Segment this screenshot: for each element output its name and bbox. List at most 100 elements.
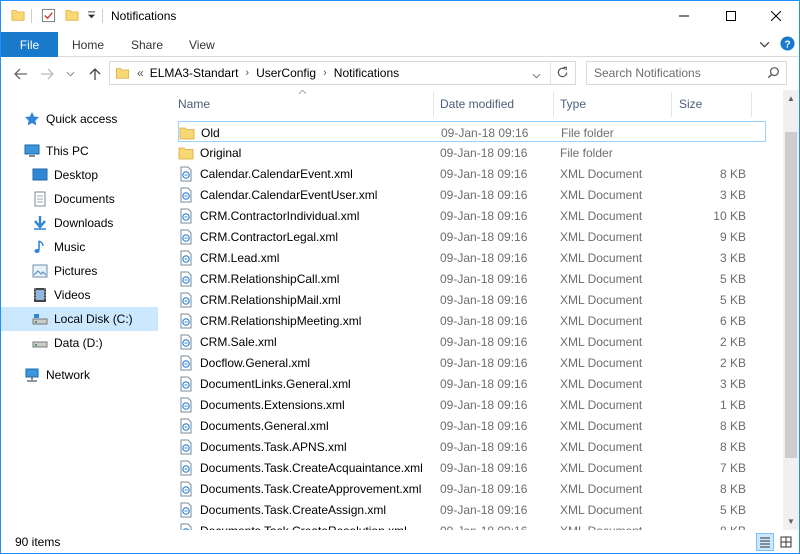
- folder-row[interactable]: Original 09-Jan-18 09:16 File folder: [178, 142, 766, 163]
- large-icons-view-icon[interactable]: [777, 533, 795, 551]
- column-header-size[interactable]: Size: [679, 90, 702, 117]
- file-name-cell[interactable]: Documents.General.xml: [178, 415, 329, 436]
- file-name-cell[interactable]: CRM.RelationshipCall.xml: [178, 268, 339, 289]
- file-type: XML Document: [560, 166, 643, 181]
- file-name-cell[interactable]: Calendar.CalendarEvent.xml: [178, 163, 353, 184]
- nav-videos[interactable]: Videos: [32, 283, 90, 307]
- file-row[interactable]: Calendar.CalendarEvent.xml 09-Jan-18 09:1…: [178, 163, 766, 184]
- column-divider[interactable]: [553, 92, 554, 117]
- nav-quick-access[interactable]: Quick access: [24, 107, 117, 131]
- file-name-cell[interactable]: Documents.Task.APNS.xml: [178, 436, 347, 457]
- column-header-type[interactable]: Type: [560, 90, 586, 117]
- properties-icon[interactable]: [41, 8, 56, 23]
- file-type: XML Document: [560, 376, 643, 391]
- details-view-icon[interactable]: [756, 533, 774, 551]
- minimize-button[interactable]: [661, 1, 707, 31]
- close-button[interactable]: [753, 1, 799, 31]
- file-row[interactable]: CRM.ContractorLegal.xml 09-Jan-18 09:16 XM…: [178, 226, 766, 247]
- file-row[interactable]: Documents.Task.CreateResolution.xml 09-Ja…: [178, 520, 766, 530]
- tab-share[interactable]: Share: [131, 32, 163, 57]
- file-name-cell[interactable]: Documents.Task.CreateResolution.xml: [178, 520, 407, 530]
- file-name-cell[interactable]: Calendar.CalendarEventUser.xml: [178, 184, 377, 205]
- column-divider[interactable]: [671, 92, 672, 117]
- xml-file-icon: [178, 355, 194, 371]
- tab-file[interactable]: File: [1, 32, 58, 57]
- column-header-date[interactable]: Date modified: [440, 90, 514, 117]
- file-name-cell[interactable]: Docflow.General.xml: [178, 352, 310, 373]
- column-divider[interactable]: [433, 92, 434, 117]
- file-name-cell[interactable]: CRM.ContractorIndividual.xml: [178, 205, 359, 226]
- new-folder-icon[interactable]: [65, 8, 79, 22]
- file-row[interactable]: DocumentLinks.General.xml 09-Jan-18 09:16…: [178, 373, 766, 394]
- nav-music[interactable]: Music: [32, 235, 85, 259]
- breadcrumb-item[interactable]: Notifications: [334, 66, 399, 80]
- nav-pictures[interactable]: Pictures: [32, 259, 97, 283]
- file-name-cell[interactable]: CRM.ContractorLegal.xml: [178, 226, 338, 247]
- refresh-icon[interactable]: [556, 66, 569, 82]
- file-type: XML Document: [560, 292, 643, 307]
- vertical-scrollbar[interactable]: ▲ ▼: [783, 90, 799, 530]
- file-row[interactable]: Documents.Extensions.xml 09-Jan-18 09:16 X…: [178, 394, 766, 415]
- nav-data-d[interactable]: Data (D:): [32, 331, 103, 355]
- help-icon[interactable]: ?: [780, 36, 795, 51]
- file-row[interactable]: Documents.Task.CreateApprovement.xml 09-J…: [178, 478, 766, 499]
- breadcrumb-item[interactable]: UserConfig: [256, 66, 316, 80]
- file-name-cell[interactable]: Documents.Extensions.xml: [178, 394, 345, 415]
- scroll-thumb[interactable]: [785, 132, 797, 458]
- file-row[interactable]: CRM.RelationshipMail.xml 09-Jan-18 09:16 X…: [178, 289, 766, 310]
- breadcrumb-overflow[interactable]: «: [137, 66, 144, 80]
- chevron-right-icon[interactable]: ›: [323, 67, 327, 79]
- file-row[interactable]: Documents.Task.CreateAssign.xml 09-Jan-18…: [178, 499, 766, 520]
- nav-desktop[interactable]: Desktop: [32, 163, 98, 187]
- file-row[interactable]: CRM.Lead.xml 09-Jan-18 09:16 XML Document 3…: [178, 247, 766, 268]
- scroll-up-icon[interactable]: ▲: [783, 90, 799, 107]
- file-row[interactable]: Calendar.CalendarEventUser.xml 09-Jan-18 …: [178, 184, 766, 205]
- file-row[interactable]: Documents.Task.APNS.xml 09-Jan-18 09:16 XM…: [178, 436, 766, 457]
- address-dropdown-icon[interactable]: [532, 68, 541, 82]
- search-input[interactable]: Search Notifications: [586, 61, 787, 85]
- file-type: XML Document: [560, 313, 643, 328]
- column-header-name[interactable]: Name: [178, 90, 210, 117]
- file-name-cell[interactable]: Original: [178, 142, 241, 163]
- forward-arrow-icon[interactable]: [37, 63, 57, 85]
- folder-row[interactable]: Old 09-Jan-18 09:16 File folder: [178, 121, 766, 142]
- file-name-cell[interactable]: Old: [179, 122, 220, 143]
- file-size: 3 KB: [719, 187, 746, 202]
- search-icon[interactable]: [767, 66, 780, 82]
- chevron-right-icon[interactable]: ›: [245, 67, 249, 79]
- star-icon: [24, 111, 40, 127]
- tab-view[interactable]: View: [189, 32, 215, 57]
- file-row[interactable]: CRM.RelationshipMeeting.xml 09-Jan-18 09:…: [178, 310, 766, 331]
- scroll-down-icon[interactable]: ▼: [783, 513, 799, 530]
- file-row[interactable]: Documents.Task.CreateAcquaintance.xml 09-…: [178, 457, 766, 478]
- file-row[interactable]: CRM.Sale.xml 09-Jan-18 09:16 XML Document 2…: [178, 331, 766, 352]
- file-name-cell[interactable]: CRM.Sale.xml: [178, 331, 277, 352]
- file-name-cell[interactable]: CRM.Lead.xml: [178, 247, 279, 268]
- breadcrumb-item[interactable]: ELMA3-Standart: [150, 66, 239, 80]
- up-arrow-icon[interactable]: [85, 63, 105, 85]
- recent-locations-icon[interactable]: [63, 63, 77, 85]
- file-name-cell[interactable]: Documents.Task.CreateApprovement.xml: [178, 478, 421, 499]
- tab-home[interactable]: Home: [72, 32, 104, 57]
- file-row[interactable]: Documents.General.xml 09-Jan-18 09:16 XML …: [178, 415, 766, 436]
- file-name: CRM.RelationshipCall.xml: [200, 271, 340, 286]
- nav-documents[interactable]: Documents: [32, 187, 115, 211]
- customize-toolbar-icon[interactable]: [87, 11, 96, 20]
- file-row[interactable]: Docflow.General.xml 09-Jan-18 09:16 XML Do…: [178, 352, 766, 373]
- nav-local-disk-c[interactable]: Local Disk (C:): [1, 307, 158, 331]
- file-row[interactable]: CRM.ContractorIndividual.xml 09-Jan-18 09…: [178, 205, 766, 226]
- file-row[interactable]: CRM.RelationshipCall.xml 09-Jan-18 09:16 X…: [178, 268, 766, 289]
- file-name-cell[interactable]: Documents.Task.CreateAssign.xml: [178, 499, 386, 520]
- back-arrow-icon[interactable]: [11, 63, 31, 85]
- maximize-button[interactable]: [708, 1, 754, 31]
- file-name-cell[interactable]: Documents.Task.CreateAcquaintance.xml: [178, 457, 423, 478]
- nav-network[interactable]: Network: [24, 363, 90, 387]
- column-divider[interactable]: [751, 92, 752, 117]
- file-name-cell[interactable]: CRM.RelationshipMeeting.xml: [178, 310, 361, 331]
- file-name-cell[interactable]: DocumentLinks.General.xml: [178, 373, 351, 394]
- nav-this-pc[interactable]: This PC: [24, 139, 89, 163]
- nav-downloads[interactable]: Downloads: [32, 211, 113, 235]
- address-bar[interactable]: « ELMA3-Standart › UserConfig › Notifica…: [109, 61, 576, 85]
- file-name-cell[interactable]: CRM.RelationshipMail.xml: [178, 289, 341, 310]
- chevron-down-icon[interactable]: [759, 39, 770, 50]
